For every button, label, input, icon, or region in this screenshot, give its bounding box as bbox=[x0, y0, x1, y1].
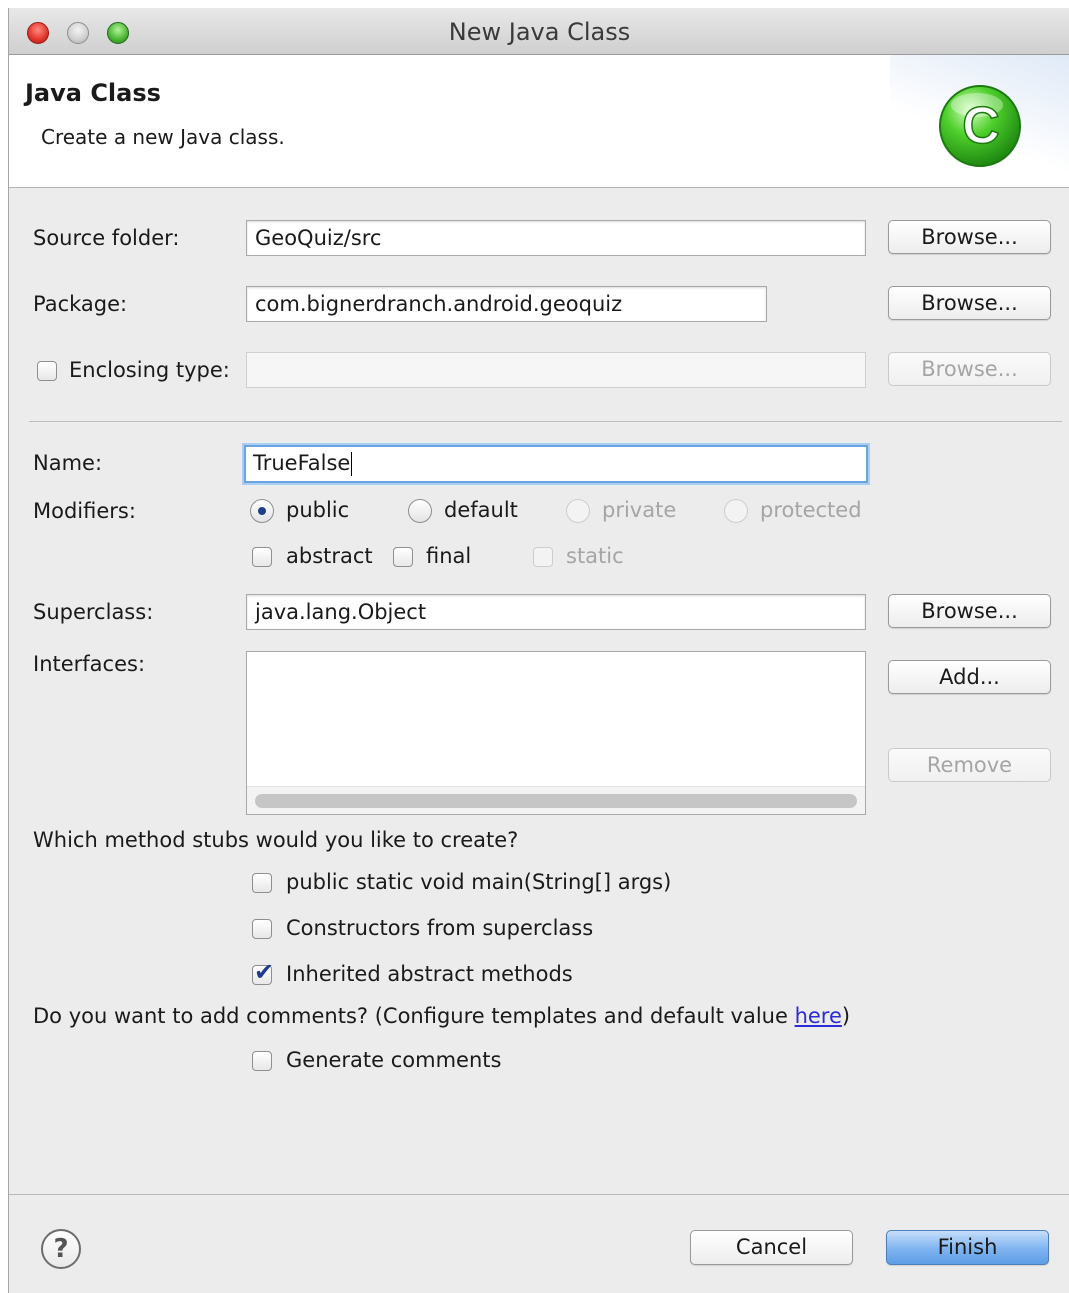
help-button[interactable]: ? bbox=[41, 1229, 81, 1269]
superclass-browse-button[interactable]: Browse... bbox=[888, 594, 1051, 628]
modifier-default-radio[interactable] bbox=[408, 499, 432, 523]
package-input[interactable]: com.bignerdranch.android.geoquiz bbox=[246, 286, 767, 322]
source-folder-input[interactable]: GeoQuiz/src bbox=[246, 220, 866, 256]
modifier-public-radio[interactable] bbox=[250, 499, 274, 523]
name-label: Name: bbox=[33, 451, 103, 475]
text-cursor bbox=[351, 452, 353, 476]
modifier-static-label: static bbox=[566, 544, 624, 568]
enclosing-type-label: Enclosing type: bbox=[69, 358, 230, 382]
separator bbox=[29, 421, 1062, 422]
window-title: New Java Class bbox=[448, 18, 631, 46]
name-input[interactable]: TrueFalse bbox=[244, 445, 868, 483]
add-interface-button[interactable]: Add... bbox=[888, 660, 1051, 694]
modifier-private-label: private bbox=[602, 498, 677, 522]
wizard-header: Java Class Create a new Java class. C bbox=[9, 55, 1069, 188]
generate-comments-label: Generate comments bbox=[286, 1048, 502, 1072]
checkmark-icon: ✔ bbox=[254, 958, 275, 986]
finish-button[interactable]: Finish bbox=[886, 1230, 1049, 1265]
java-class-icon: C bbox=[939, 85, 1021, 167]
comments-question: Do you want to add comments? (Configure … bbox=[33, 1004, 851, 1028]
modifier-final-label: final bbox=[426, 544, 472, 568]
stub-main-label: public static void main(String[] args) bbox=[286, 870, 672, 894]
stub-constructors-checkbox[interactable] bbox=[252, 919, 272, 939]
interfaces-horizontal-scrollbar[interactable] bbox=[255, 794, 857, 808]
modifier-abstract-label: abstract bbox=[286, 544, 373, 568]
source-folder-browse-button[interactable]: Browse... bbox=[888, 220, 1051, 254]
page-title: Java Class bbox=[25, 79, 161, 107]
cancel-button[interactable]: Cancel bbox=[690, 1230, 853, 1265]
svg-text:C: C bbox=[962, 97, 1000, 155]
enclosing-type-browse-button[interactable]: Browse... bbox=[888, 352, 1051, 386]
modifier-abstract-checkbox[interactable] bbox=[252, 547, 272, 567]
modifier-protected-label: protected bbox=[760, 498, 862, 522]
enclosing-type-checkbox[interactable] bbox=[37, 361, 57, 381]
interfaces-label: Interfaces: bbox=[33, 652, 146, 676]
superclass-input[interactable]: java.lang.Object bbox=[246, 594, 866, 630]
generate-comments-checkbox[interactable] bbox=[252, 1051, 272, 1071]
title-bar: New Java Class bbox=[9, 8, 1069, 55]
remove-interface-button[interactable]: Remove bbox=[888, 748, 1051, 782]
footer-separator bbox=[9, 1194, 1069, 1195]
modifier-protected-radio[interactable] bbox=[724, 499, 748, 523]
configure-templates-link[interactable]: here bbox=[795, 1004, 842, 1028]
method-stubs-question: Which method stubs would you like to cre… bbox=[33, 828, 519, 852]
modifier-default-label: default bbox=[444, 498, 518, 522]
stub-inherited-checkbox[interactable]: ✔ bbox=[252, 960, 274, 985]
enclosing-type-input[interactable] bbox=[246, 352, 866, 388]
package-browse-button[interactable]: Browse... bbox=[888, 286, 1051, 320]
modifiers-label: Modifiers: bbox=[33, 499, 136, 523]
page-subtitle: Create a new Java class. bbox=[41, 125, 285, 149]
stub-main-checkbox[interactable] bbox=[252, 873, 272, 893]
source-folder-label: Source folder: bbox=[33, 226, 180, 250]
new-java-class-dialog: New Java Class Java Class Create a new J… bbox=[8, 8, 1069, 1293]
modifier-private-radio[interactable] bbox=[566, 499, 590, 523]
stub-inherited-label: Inherited abstract methods bbox=[286, 962, 573, 986]
interfaces-scrollbar-track bbox=[247, 786, 865, 814]
interfaces-list[interactable] bbox=[246, 651, 866, 815]
stub-constructors-label: Constructors from superclass bbox=[286, 916, 594, 940]
package-label: Package: bbox=[33, 292, 128, 316]
modifier-static-checkbox[interactable] bbox=[533, 547, 553, 567]
superclass-label: Superclass: bbox=[33, 600, 154, 624]
modifier-final-checkbox[interactable] bbox=[393, 547, 413, 567]
modifier-public-label: public bbox=[286, 498, 350, 522]
